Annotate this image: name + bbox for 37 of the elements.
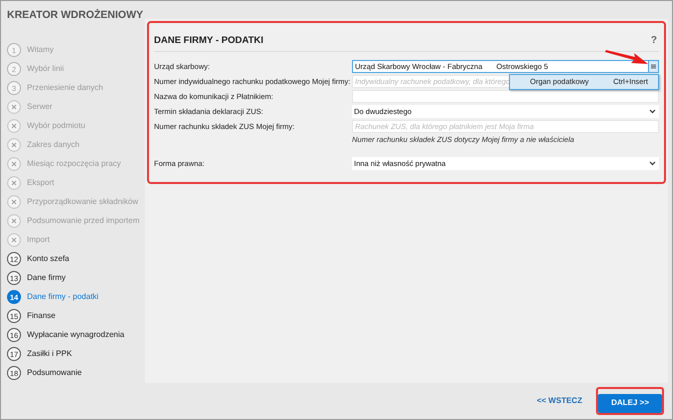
chevron-down-icon: [649, 161, 656, 166]
close-icon: [7, 138, 21, 152]
close-icon: [7, 100, 21, 114]
step-link[interactable]: Eksport: [27, 177, 54, 190]
step-link[interactable]: Witamy: [27, 44, 54, 56]
close-icon: [7, 214, 21, 228]
back-button[interactable]: << WSTECZ: [532, 395, 586, 407]
step-link[interactable]: Serwer: [27, 101, 52, 114]
input-field[interactable]: [352, 90, 659, 103]
step-link[interactable]: Zasiłki i PPK: [27, 348, 72, 360]
section-title: DANE FIRMY - PODATKI: [154, 34, 264, 48]
step-link[interactable]: Wypłacanie wynagrodzenia: [27, 329, 124, 342]
step-link[interactable]: Dane firmy: [27, 272, 66, 284]
step-link[interactable]: Wybór linii: [27, 63, 64, 76]
close-icon: [7, 176, 21, 190]
menu-icon: [651, 64, 656, 69]
menu-button[interactable]: [648, 61, 658, 72]
step-link[interactable]: Dane firmy - podatki: [27, 291, 99, 304]
step-link[interactable]: Przyporządkowanie składników: [27, 196, 138, 208]
next-button[interactable]: DALEJ >>: [598, 394, 662, 412]
chevron-down-icon: [649, 109, 656, 114]
step-link[interactable]: Podsumowanie: [27, 367, 82, 380]
close-icon: [7, 233, 21, 248]
step-link[interactable]: Podsumowanie przed importem: [27, 215, 140, 228]
close-icon: [7, 157, 21, 172]
step-link[interactable]: Finanse: [27, 310, 56, 322]
step-link[interactable]: Miesiąc rozpoczęcia pracy: [27, 158, 121, 170]
help-link[interactable]: ?: [650, 33, 657, 48]
close-icon: [7, 119, 21, 134]
step-link[interactable]: Konto szefa: [27, 253, 70, 266]
wizard-title: KREATOR WDROŻENIOWY: [7, 8, 141, 23]
step-link[interactable]: Zakres danych: [27, 139, 80, 152]
arrow-annotation: [605, 49, 649, 65]
step-link[interactable]: Import: [27, 234, 50, 246]
step-link[interactable]: Wybór podmiotu: [27, 120, 86, 132]
close-icon: [7, 195, 21, 210]
step-link[interactable]: Przeniesienie danych: [27, 82, 104, 94]
